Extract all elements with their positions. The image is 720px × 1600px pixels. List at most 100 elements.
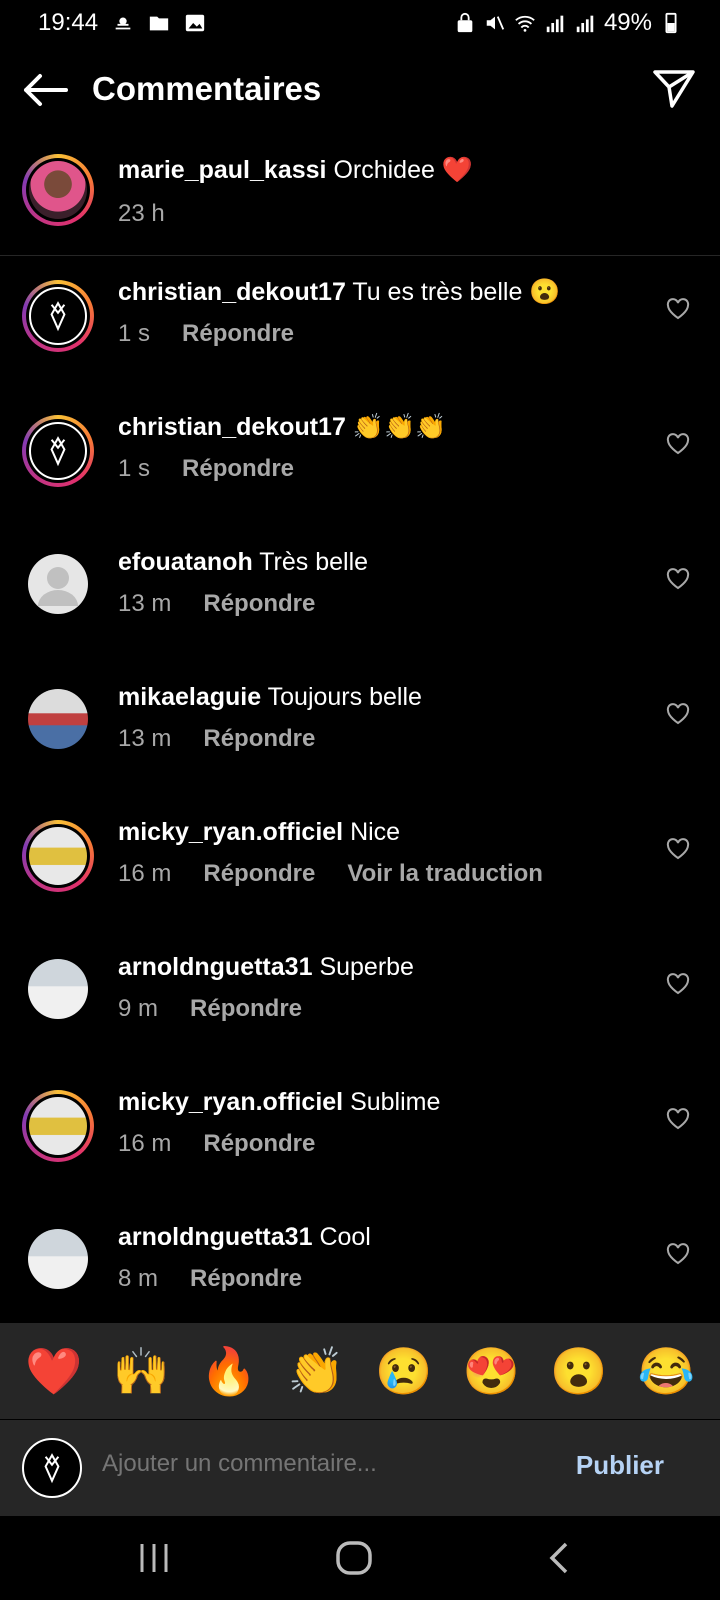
comment-row: arnoldnguetta31 Superbe 9 m Répondre — [0, 945, 720, 1077]
comment-row: mikaelaguie Toujours belle 13 m Répondre — [0, 675, 720, 807]
lock-icon — [454, 12, 476, 34]
back-nav-button[interactable] — [540, 1538, 580, 1578]
battery-icon — [660, 12, 682, 34]
publish-button[interactable]: Publier — [576, 1450, 664, 1481]
comment-time: 1 s — [118, 455, 151, 482]
comment-time: 9 m — [118, 995, 159, 1022]
caption-text: Orchidee ❤️ — [333, 156, 473, 184]
heart-icon[interactable] — [666, 433, 690, 455]
heart-icon[interactable] — [666, 298, 690, 320]
heart-icon[interactable] — [666, 838, 690, 860]
folder-icon — [148, 12, 170, 34]
comment-row: christian_dekout17 Tu es très belle 😮 1 … — [0, 270, 720, 402]
avatar[interactable] — [28, 554, 88, 614]
emoji-crying-button[interactable]: 😢 — [373, 1348, 435, 1394]
reply-button[interactable]: Répondre — [203, 1130, 315, 1158]
emoji-heart-button[interactable]: ❤️ — [23, 1348, 85, 1394]
weather-icon — [112, 12, 134, 34]
share-button[interactable] — [652, 66, 696, 110]
reply-button[interactable]: Répondre — [203, 725, 315, 753]
comment-time: 13 m — [118, 590, 172, 617]
comment-row: micky_ryan.officiel Nice 16 m Répondre V… — [0, 810, 720, 942]
paper-plane-icon — [653, 70, 695, 108]
heart-icon[interactable] — [666, 568, 690, 590]
signal-icon — [544, 12, 566, 34]
reply-button[interactable]: Répondre — [190, 995, 302, 1023]
emoji-surprised-button[interactable]: 😮 — [548, 1348, 610, 1394]
heart-icon[interactable] — [666, 1243, 690, 1265]
reply-button[interactable]: Répondre — [203, 590, 315, 618]
system-nav-bar — [0, 1516, 720, 1600]
comment-input[interactable] — [102, 1450, 562, 1478]
avatar[interactable] — [22, 154, 94, 226]
avatar[interactable] — [22, 1090, 94, 1162]
comment-time: 1 s — [118, 320, 151, 347]
comment-text: Très belle — [259, 548, 369, 576]
heart-icon[interactable] — [666, 973, 690, 995]
comment-row: efouatanoh Très belle 13 m Répondre — [0, 540, 720, 672]
username[interactable]: micky_ryan.officiel — [118, 1088, 343, 1116]
battery-percent: 49% — [603, 9, 652, 36]
translate-button[interactable]: Voir la traduction — [347, 860, 543, 888]
wifi-icon — [514, 12, 536, 34]
username[interactable]: mikaelaguie — [118, 683, 261, 711]
username[interactable]: christian_dekout17 — [118, 278, 346, 306]
comment-time: 16 m — [118, 1130, 172, 1157]
heart-icon[interactable] — [666, 703, 690, 725]
avatar[interactable] — [22, 415, 94, 487]
emoji-raised-hands-button[interactable]: 🙌 — [110, 1348, 172, 1394]
comment-text: Sublime — [350, 1088, 441, 1116]
gallery-icon — [184, 12, 206, 34]
arrow-left-icon — [24, 74, 68, 106]
comment-text: Cool — [319, 1223, 371, 1251]
recents-button[interactable] — [134, 1538, 174, 1578]
my-avatar — [22, 1438, 82, 1498]
recents-icon — [140, 1544, 168, 1572]
comment-time: 13 m — [118, 725, 172, 752]
reply-button[interactable]: Répondre — [203, 860, 315, 888]
reply-button[interactable]: Répondre — [190, 1265, 302, 1293]
avatar[interactable] — [22, 280, 94, 352]
comment-text: Superbe — [319, 953, 414, 981]
home-button[interactable] — [334, 1538, 374, 1578]
comment-row: micky_ryan.officiel Sublime 16 m Répondr… — [0, 1080, 720, 1212]
username[interactable]: arnoldnguetta31 — [118, 953, 312, 981]
status-time: 19:44 — [38, 9, 99, 36]
home-icon — [336, 1541, 372, 1575]
emoji-fire-button[interactable]: 🔥 — [198, 1348, 260, 1394]
chevron-left-icon — [549, 1542, 568, 1574]
username[interactable]: christian_dekout17 — [118, 413, 346, 441]
emoji-clap-button[interactable]: 👏 — [285, 1348, 347, 1394]
username[interactable]: efouatanoh — [118, 548, 253, 576]
heart-icon[interactable] — [666, 1108, 690, 1130]
reply-button[interactable]: Répondre — [182, 455, 294, 483]
comment-row: christian_dekout17 👏👏👏 1 s Répondre — [0, 405, 720, 537]
mute-icon — [484, 12, 506, 34]
comment-text: Nice — [350, 818, 401, 846]
emoji-heart-eyes-button[interactable]: 😍 — [460, 1348, 522, 1394]
comment-composer: Publier — [0, 1420, 720, 1516]
username[interactable]: arnoldnguetta31 — [118, 1223, 312, 1251]
header: Commentaires — [0, 60, 720, 120]
emoji-laughing-button[interactable]: 😂 — [635, 1348, 697, 1394]
reply-button[interactable]: Répondre — [182, 320, 294, 348]
avatar[interactable] — [28, 959, 88, 1019]
avatar[interactable] — [22, 820, 94, 892]
comment-time: 16 m — [118, 860, 172, 887]
username[interactable]: marie_paul_kassi — [118, 156, 326, 184]
post-caption: marie_paul_kassi Orchidee ❤️ 23 h — [0, 150, 720, 256]
status-bar: 19:44 49% — [0, 0, 720, 46]
comment-text: Toujours belle — [267, 683, 422, 711]
comment-time: 8 m — [118, 1265, 159, 1292]
signal-icon — [574, 12, 596, 34]
username[interactable]: micky_ryan.officiel — [118, 818, 343, 846]
page-title: Commentaires — [92, 70, 322, 107]
default-avatar-icon — [38, 567, 78, 606]
comment-text: Tu es très belle 😮 — [352, 278, 561, 306]
emoji-quick-bar: ❤️ 🙌 🔥 👏 😢 😍 😮 😂 — [0, 1323, 720, 1419]
avatar[interactable] — [28, 1229, 88, 1289]
comment-text: 👏👏👏 — [352, 413, 447, 441]
caption-time: 23 h — [118, 200, 165, 227]
avatar[interactable] — [28, 689, 88, 749]
back-button[interactable] — [22, 72, 68, 108]
